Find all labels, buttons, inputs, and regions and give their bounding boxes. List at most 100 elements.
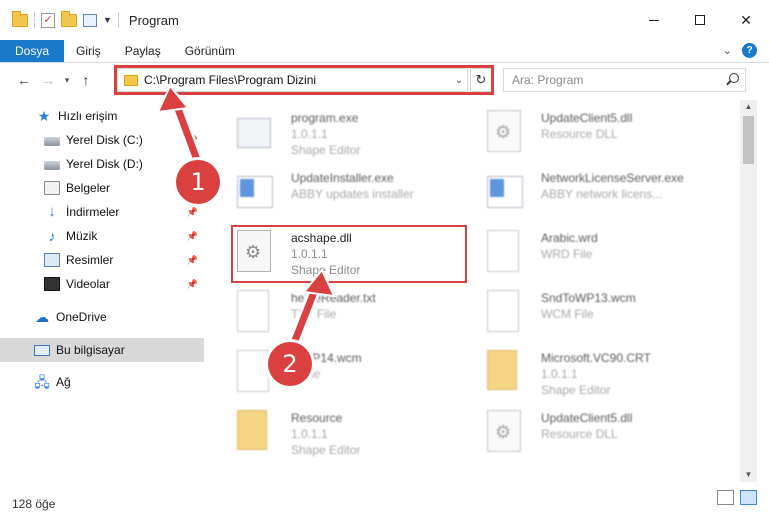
computer-icon (34, 345, 50, 356)
sidebar-item-downloads[interactable]: ↓ İndirmeler 📌 (0, 200, 204, 224)
window-title: Program (128, 12, 179, 28)
sidebar-item-label: İndirmeler (66, 205, 120, 219)
ribbon-tabs: Dosya Giriş Paylaş Görünüm ⌄ ? (0, 40, 769, 63)
recent-locations-icon[interactable]: ▾ (60, 75, 74, 86)
toolbar-divider (34, 12, 35, 28)
title-bar: ✓ ▼ Program ✕ (0, 0, 769, 40)
download-icon: ↓ (48, 203, 56, 220)
tab-share[interactable]: Paylaş (113, 40, 173, 62)
navigation-pane: ★ Hızlı erişim Yerel Disk (C:) 📌 Yerel D… (0, 100, 205, 460)
search-placeholder: Ara: Program (512, 73, 584, 87)
sidebar-item-local-disk-d[interactable]: Yerel Disk (D:) (0, 152, 204, 176)
file-description: WCM File (541, 307, 594, 321)
file-name: UpdateClient5.dll (541, 111, 633, 125)
scroll-up-icon[interactable]: ▲ (740, 100, 757, 114)
file-name: Microsoft.VC90.CRT (541, 351, 651, 365)
file-tile[interactable]: SndToWP13.wcm WCM File (477, 286, 727, 346)
sidebar-item-this-pc[interactable]: Bu bilgisayar (0, 338, 204, 362)
file-tile[interactable]: ...WP14.wcm ...File (227, 346, 477, 406)
file-tile[interactable]: UpdateClient5.dll Resource DLL (477, 106, 727, 166)
properties-icon[interactable] (83, 13, 97, 27)
file-description: Shape Editor (541, 383, 611, 397)
file-name: he...eReader.txt (291, 291, 376, 305)
search-icon (729, 73, 739, 83)
close-icon: ✕ (740, 11, 752, 28)
sidebar-item-pictures[interactable]: Resimler 📌 (0, 248, 204, 272)
vertical-scrollbar[interactable]: ▲ ▼ (740, 100, 757, 482)
video-icon (44, 277, 60, 291)
sidebar-item-music[interactable]: ♪ Müzik 📌 (0, 224, 204, 248)
file-version: 1.0.1.1 (291, 427, 328, 441)
file-description: Shape Editor (291, 263, 361, 277)
scroll-thumb[interactable] (743, 116, 754, 164)
sidebar-item-network[interactable]: 🖧 Ağ (0, 370, 204, 394)
file-description: TXT File (291, 307, 337, 321)
installer-icon (237, 176, 273, 208)
help-icon[interactable]: ? (742, 43, 757, 58)
sidebar-item-label: Videolar (66, 277, 110, 291)
folder-icon (487, 350, 517, 390)
file-name: UpdateClient5.dll (541, 411, 633, 425)
sidebar-item-onedrive[interactable]: ☁ OneDrive (0, 305, 204, 329)
file-name: NetworkLicenseServer.exe (541, 171, 684, 185)
tab-view[interactable]: Görünüm (173, 40, 247, 62)
cloud-icon: ☁ (35, 309, 49, 325)
minimize-button[interactable] (631, 0, 677, 40)
pin-icon: 📌 (186, 278, 198, 289)
file-tile[interactable]: he...eReader.txt TXT File (227, 286, 477, 346)
up-arrow-icon[interactable]: ↑ (74, 72, 98, 88)
text-file-icon (237, 290, 269, 332)
file-tile[interactable]: Microsoft.VC90.CRT 1.0.1.1 Shape Editor (477, 346, 727, 406)
file-tile[interactable]: Arabic.wrd WRD File (477, 226, 727, 286)
expand-ribbon-icon[interactable]: ⌄ (723, 44, 732, 57)
network-icon: 🖧 (34, 374, 50, 390)
back-arrow-icon[interactable]: ← (12, 72, 36, 88)
tiles-view-icon[interactable] (740, 490, 757, 505)
customize-dropdown-icon[interactable]: ▼ (103, 15, 112, 25)
file-description: Shape Editor (291, 143, 361, 157)
file-tile[interactable]: NetworkLicenseServer.exe ABBY network li… (477, 166, 727, 226)
search-input[interactable]: Ara: Program (503, 68, 746, 92)
dll-file-icon (237, 230, 271, 272)
pin-icon: 📌 (186, 134, 198, 145)
address-bar[interactable]: C:\Program Files\Program Dizini ⌄ (117, 68, 468, 92)
file-tile-acshape[interactable]: acshape.dll 1.0.1.1 Shape Editor (227, 226, 477, 286)
folder-icon[interactable] (12, 10, 28, 27)
sidebar-item-label: Yerel Disk (D:) (66, 157, 143, 171)
pin-icon: 📌 (186, 206, 198, 217)
dll-file-icon (487, 110, 521, 152)
disk-icon (44, 137, 60, 146)
sidebar-item-local-disk-c[interactable]: Yerel Disk (C:) 📌 (0, 128, 204, 152)
refresh-button[interactable]: ↻ (470, 68, 492, 92)
forward-arrow-icon[interactable]: → (36, 72, 60, 88)
quick-access-toolbar: ✓ ▼ (0, 10, 119, 28)
close-button[interactable]: ✕ (723, 0, 769, 40)
window-controls: ✕ (631, 0, 769, 40)
folder-icon (124, 74, 138, 86)
file-icon (487, 290, 519, 332)
toolbar-divider (117, 12, 119, 28)
sidebar-item-documents[interactable]: Belgeler (0, 176, 204, 200)
maximize-button[interactable] (677, 0, 723, 40)
pin-icon: 📌 (186, 230, 198, 241)
new-folder-icon[interactable] (61, 10, 77, 27)
sidebar-item-label: Yerel Disk (C:) (66, 133, 143, 147)
sidebar-item-label: Hızlı erişim (58, 109, 118, 123)
file-tile[interactable]: program.exe 1.0.1.1 Shape Editor (227, 106, 477, 166)
file-tile[interactable]: Resource 1.0.1.1 Shape Editor (227, 406, 477, 466)
address-dropdown-icon[interactable]: ⌄ (451, 75, 467, 86)
sidebar-item-videos[interactable]: Videolar 📌 (0, 272, 204, 296)
address-path[interactable]: C:\Program Files\Program Dizini (144, 73, 451, 87)
tab-file[interactable]: Dosya (0, 40, 65, 62)
details-view-icon[interactable] (717, 490, 734, 505)
tab-home[interactable]: Giriş (64, 40, 113, 62)
properties-check-icon[interactable]: ✓ (41, 12, 55, 28)
file-description: Shape Editor (291, 443, 361, 457)
file-version: 1.0.1.1 (291, 247, 328, 261)
sidebar-item-quick-access[interactable]: ★ Hızlı erişim (0, 104, 204, 128)
file-tile[interactable]: UpdateInstaller.exe ABBY updates install… (227, 166, 477, 226)
file-description: ABBY updates installer (291, 187, 414, 201)
file-tile[interactable]: UpdateClient5.dll Resource DLL (477, 406, 727, 466)
star-icon: ★ (37, 108, 51, 124)
scroll-down-icon[interactable]: ▼ (740, 468, 757, 482)
